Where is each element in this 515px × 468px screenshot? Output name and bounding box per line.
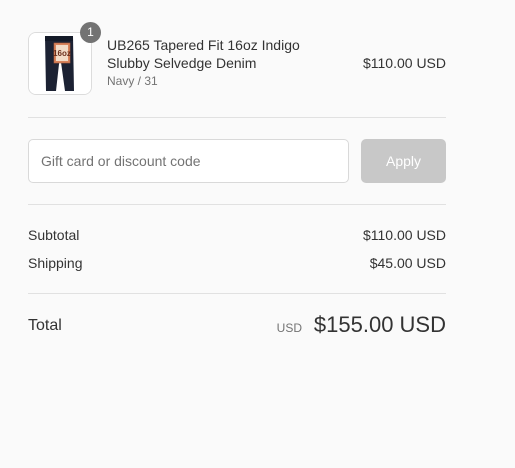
total-row: Total USD $155.00 USD bbox=[28, 312, 446, 342]
product-info: UB265 Tapered Fit 16oz Indigo Slubby Sel… bbox=[107, 36, 337, 89]
subtotal-row: Subtotal $110.00 USD bbox=[28, 227, 446, 247]
subtotal-value: $110.00 USD bbox=[362, 227, 446, 243]
product-name-line-1: UB265 Tapered Fit 16oz Indigo bbox=[107, 37, 300, 53]
apply-button[interactable]: Apply bbox=[361, 139, 446, 183]
product-thumbnail: 16oz bbox=[28, 32, 92, 95]
subtotal-label: Subtotal bbox=[28, 227, 80, 243]
total-label: Total bbox=[28, 317, 62, 334]
product-name: UB265 Tapered Fit 16oz Indigo Slubby Sel… bbox=[107, 36, 337, 72]
divider-discount bbox=[28, 204, 446, 205]
shipping-value: $45.00 USD bbox=[369, 255, 446, 271]
quantity-badge: 1 bbox=[80, 22, 101, 43]
shipping-row: Shipping $45.00 USD bbox=[28, 255, 446, 275]
product-variant: Navy / 31 bbox=[107, 74, 158, 88]
product-thumbnail-wrapper: 16oz 1 bbox=[28, 22, 101, 95]
divider-product bbox=[28, 117, 446, 118]
order-summary: 16oz 1 UB265 Tapered Fit 16oz Indigo Slu… bbox=[0, 0, 515, 468]
discount-code-input[interactable] bbox=[28, 139, 349, 183]
jeans-image: 16oz bbox=[29, 33, 91, 94]
total-currency: USD bbox=[276, 321, 302, 335]
product-name-line-2: Slubby Selvedge Denim bbox=[107, 55, 257, 71]
thumbnail-label: 16oz bbox=[53, 49, 71, 58]
divider-totals bbox=[28, 293, 446, 294]
shipping-label: Shipping bbox=[28, 255, 83, 271]
product-line-item: 16oz 1 UB265 Tapered Fit 16oz Indigo Slu… bbox=[28, 22, 446, 95]
total-amount: $155.00 USD bbox=[313, 312, 446, 337]
product-price: $110.00 USD bbox=[362, 55, 446, 71]
